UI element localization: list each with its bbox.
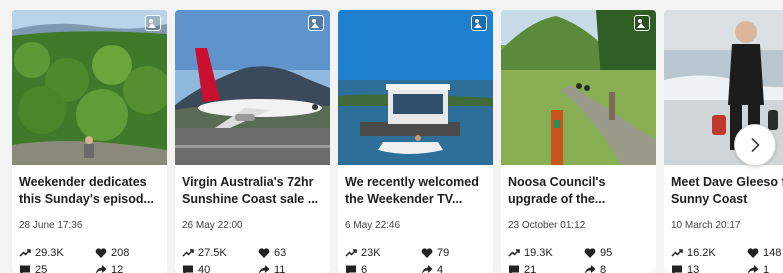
views-count: 27.5K (198, 247, 227, 259)
shares-stat: 1 (747, 263, 783, 273)
comments-stat: 40 (182, 263, 258, 273)
post-date: 26 May 22:00 (182, 220, 243, 231)
comments-stat: 25 (19, 263, 95, 273)
shares-stat: 4 (421, 263, 491, 273)
views-count: 23K (361, 247, 381, 259)
shares-count: 1 (763, 264, 770, 273)
heart-icon (421, 247, 433, 259)
post-date: 10 March 20:17 (671, 220, 741, 231)
likes-count: 208 (111, 247, 130, 259)
likes-stat: 208 (95, 246, 165, 260)
image-icon (145, 15, 161, 31)
post-stats: 27.5K 63 40 11 (175, 238, 330, 273)
image-icon (634, 15, 650, 31)
trend-up-icon (671, 247, 683, 259)
post-date: 28 June 17:36 (19, 220, 83, 231)
comments-count: 21 (524, 264, 537, 273)
carousel-next-button[interactable] (734, 124, 776, 166)
shares-stat: 12 (95, 263, 165, 273)
post-list: Weekender dedicates this Sunday's episod… (12, 10, 783, 273)
comments-stat: 13 (671, 263, 747, 273)
views-stat: 19.3K (508, 246, 584, 260)
comments-stat: 6 (345, 263, 421, 273)
trend-up-icon (182, 247, 194, 259)
share-arrow-icon (747, 264, 759, 273)
trend-up-icon (345, 247, 357, 259)
comment-icon (19, 264, 31, 273)
comments-count: 40 (198, 264, 211, 273)
post-title[interactable]: Weekender dedicates this Sunday's episod… (12, 165, 167, 213)
heart-icon (747, 247, 759, 259)
share-arrow-icon (258, 264, 270, 273)
post-date: 6 May 22:46 (345, 220, 401, 231)
comments-stat: 21 (508, 263, 584, 273)
chevron-right-icon (751, 138, 760, 152)
post-stats: 23K 79 6 4 (338, 238, 493, 273)
shares-count: 11 (274, 264, 286, 273)
post-thumbnail[interactable] (12, 10, 167, 165)
views-stat: 27.5K (182, 246, 258, 260)
likes-count: 148 (763, 247, 782, 259)
heart-icon (95, 247, 107, 259)
walking-path-image (501, 10, 656, 165)
post-card[interactable]: Weekender dedicates this Sunday's episod… (12, 10, 167, 273)
post-thumbnail[interactable] (501, 10, 656, 165)
image-icon (308, 15, 324, 31)
post-title[interactable]: Noosa Council's upgrade of the... (501, 165, 656, 213)
comment-icon (345, 264, 357, 273)
likes-stat: 148 (747, 246, 783, 260)
post-title[interactable]: Meet Dave Gleeso from Sunny Coast (664, 165, 783, 213)
comments-count: 13 (687, 264, 700, 273)
views-stat: 16.2K (671, 246, 747, 260)
comment-icon (671, 264, 683, 273)
post-carousel: Weekender dedicates this Sunday's episod… (12, 10, 783, 273)
likes-stat: 63 (258, 246, 328, 260)
houseboat-image (338, 10, 493, 165)
share-arrow-icon (584, 264, 596, 273)
heart-icon (258, 247, 270, 259)
shares-stat: 11 (258, 263, 328, 273)
comment-icon (182, 264, 194, 273)
share-arrow-icon (95, 264, 107, 273)
post-card[interactable]: Virgin Australia's 72hr Sunshine Coast s… (175, 10, 330, 273)
comment-icon (508, 264, 520, 273)
shares-stat: 8 (584, 263, 654, 273)
image-icon (471, 15, 487, 31)
post-title[interactable]: We recently welcomed the Weekender TV... (338, 165, 493, 213)
post-stats: 19.3K 95 21 8 (501, 238, 656, 273)
heart-icon (584, 247, 596, 259)
likes-stat: 95 (584, 246, 654, 260)
airplane-image (175, 10, 330, 165)
trend-up-icon (19, 247, 31, 259)
views-count: 19.3K (524, 247, 553, 259)
post-card[interactable]: Noosa Council's upgrade of the... 23 Oct… (501, 10, 656, 273)
post-stats: 29.3K 208 25 12 (12, 238, 167, 273)
trend-up-icon (508, 247, 520, 259)
views-stat: 23K (345, 246, 421, 260)
forest-lookout-image (12, 10, 167, 165)
shares-count: 12 (111, 264, 124, 273)
likes-stat: 79 (421, 246, 491, 260)
comments-count: 25 (35, 264, 48, 273)
post-title[interactable]: Virgin Australia's 72hr Sunshine Coast s… (175, 165, 330, 213)
likes-count: 79 (437, 247, 450, 259)
post-stats: 16.2K 148 13 1 (664, 238, 783, 273)
shares-count: 8 (600, 264, 607, 273)
shares-count: 4 (437, 264, 444, 273)
views-count: 29.3K (35, 247, 64, 259)
views-count: 16.2K (687, 247, 716, 259)
views-stat: 29.3K (19, 246, 95, 260)
post-thumbnail[interactable] (338, 10, 493, 165)
comments-count: 6 (361, 264, 368, 273)
post-date: 23 October 01:12 (508, 220, 586, 231)
share-arrow-icon (421, 264, 433, 273)
likes-count: 63 (274, 247, 287, 259)
post-thumbnail[interactable] (175, 10, 330, 165)
post-card[interactable]: We recently welcomed the Weekender TV...… (338, 10, 493, 273)
likes-count: 95 (600, 247, 613, 259)
